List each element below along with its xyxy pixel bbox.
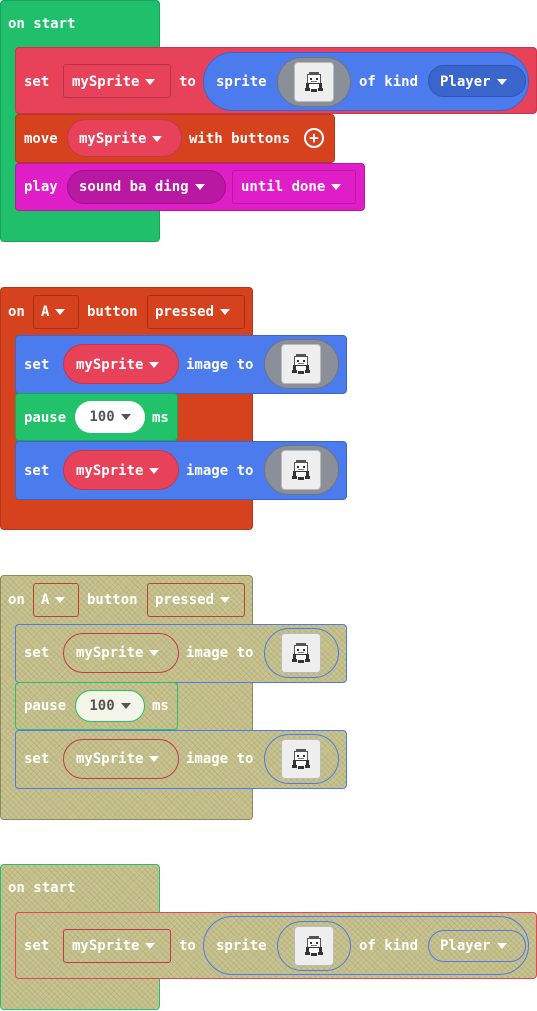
chevron-down-icon — [149, 362, 160, 368]
sprite-image-thumbnail[interactable] — [281, 450, 321, 490]
until-done-label: until done — [241, 177, 342, 197]
sprite-image-thumbnail[interactable] — [281, 633, 321, 673]
sprite-face-icon — [292, 749, 310, 769]
event-dropdown-label: pressed — [155, 590, 231, 610]
image-to-keyword: image to — [186, 751, 254, 767]
on-keyword: on — [8, 304, 25, 320]
chevron-down-icon — [496, 943, 507, 949]
sprite-image-thumbnail[interactable] — [294, 926, 334, 966]
sprite-face-icon — [292, 354, 310, 374]
of-kind-keyword: of kind — [359, 74, 419, 90]
move-keyword: move — [24, 131, 58, 147]
sprite-keyword: sprite — [216, 938, 267, 954]
event-dropdown-label: pressed — [155, 302, 231, 322]
variable-pill-label: mySprite — [76, 643, 160, 663]
sprite-face-icon — [292, 460, 310, 480]
chevron-down-icon — [120, 414, 131, 420]
chevron-down-icon — [149, 756, 160, 762]
image-to-keyword: image to — [186, 645, 254, 661]
set-keyword: set — [24, 357, 50, 373]
chevron-down-icon — [220, 309, 231, 315]
move-variable-label: mySprite — [79, 129, 163, 149]
chevron-down-icon — [220, 597, 231, 603]
pause-value-field[interactable]: 100 — [75, 690, 145, 722]
set-keyword: set — [24, 645, 50, 661]
chevron-down-icon — [149, 650, 160, 656]
chevron-down-icon — [152, 136, 163, 142]
image-to-keyword: image to — [186, 463, 254, 479]
set-keyword: set — [24, 938, 50, 954]
to-keyword: to — [179, 74, 196, 90]
chevron-down-icon — [149, 468, 160, 474]
image-to-keyword: image to — [186, 357, 254, 373]
kind-dropdown-label: Player — [440, 936, 507, 956]
ms-keyword: ms — [152, 698, 169, 714]
button-keyword: button — [87, 592, 138, 608]
sound-dropdown-label: sound ba ding — [79, 177, 205, 197]
play-keyword: play — [24, 179, 58, 195]
plus-icon[interactable]: + — [304, 128, 324, 148]
chevron-down-icon — [496, 79, 507, 85]
variable-pill-label: mySprite — [76, 749, 160, 769]
button-keyword: button — [87, 304, 138, 320]
chevron-down-icon — [55, 309, 66, 315]
pause-keyword: pause — [24, 410, 67, 426]
sprite-image-thumbnail[interactable] — [281, 739, 321, 779]
chevron-down-icon — [145, 943, 156, 949]
set-keyword: set — [24, 751, 50, 767]
with-buttons-keyword: with buttons — [189, 131, 291, 147]
to-keyword: to — [179, 938, 196, 954]
pause-keyword: pause — [24, 698, 67, 714]
kind-dropdown-label: Player — [440, 72, 507, 92]
on-start-label: on start — [8, 880, 76, 896]
variable-dropdown-label: mySprite — [72, 936, 156, 956]
of-kind-keyword: of kind — [359, 938, 419, 954]
sprite-image-thumbnail[interactable] — [294, 62, 334, 102]
chevron-down-icon — [55, 597, 66, 603]
variable-pill-label: mySprite — [76, 461, 160, 481]
sprite-keyword: sprite — [216, 74, 267, 90]
button-dropdown-label: A — [41, 590, 66, 610]
set-keyword: set — [24, 74, 50, 90]
set-keyword: set — [24, 463, 50, 479]
chevron-down-icon — [331, 184, 342, 190]
on-start-label: on start — [8, 16, 76, 32]
chevron-down-icon — [120, 703, 131, 709]
variable-dropdown-label: mySprite — [72, 72, 156, 92]
sprite-face-icon — [305, 72, 323, 92]
variable-pill-label: mySprite — [76, 355, 160, 375]
on-keyword: on — [8, 592, 25, 608]
button-dropdown-label: A — [41, 302, 66, 322]
sprite-image-thumbnail[interactable] — [281, 344, 321, 384]
sprite-face-icon — [292, 643, 310, 663]
chevron-down-icon — [145, 79, 156, 85]
chevron-down-icon — [194, 184, 205, 190]
sprite-face-icon — [305, 936, 323, 956]
ms-keyword: ms — [152, 410, 169, 426]
pause-value-field[interactable]: 100 — [75, 401, 145, 433]
